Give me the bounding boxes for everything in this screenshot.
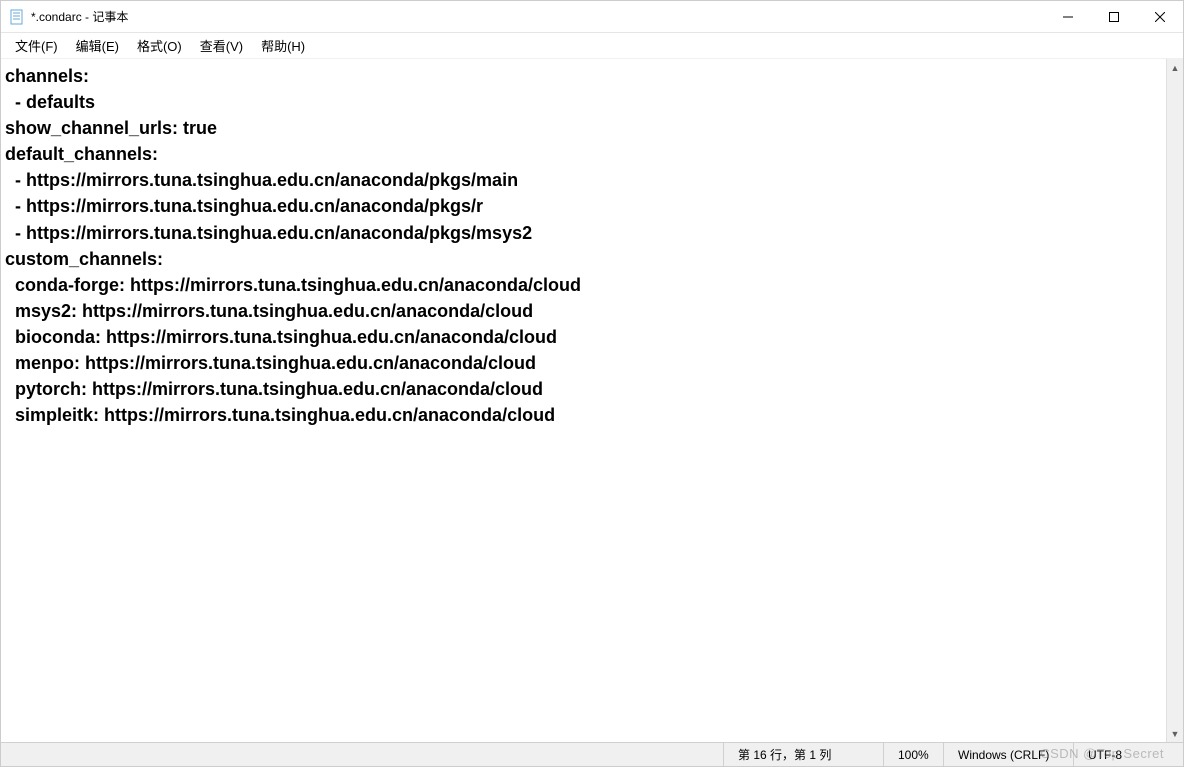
- menu-edit[interactable]: 编辑(E): [68, 33, 127, 58]
- minimize-button[interactable]: [1045, 1, 1091, 32]
- menu-view[interactable]: 查看(V): [192, 33, 251, 58]
- scroll-down-icon[interactable]: ▼: [1167, 725, 1183, 742]
- maximize-button[interactable]: [1091, 1, 1137, 32]
- editor-wrap: channels: - defaults show_channel_urls: …: [1, 59, 1183, 742]
- close-button[interactable]: [1137, 1, 1183, 32]
- menu-file[interactable]: 文件(F): [7, 33, 66, 58]
- vertical-scrollbar[interactable]: ▲ ▼: [1166, 59, 1183, 742]
- status-zoom: 100%: [883, 743, 943, 766]
- menubar: 文件(F) 编辑(E) 格式(O) 查看(V) 帮助(H): [1, 33, 1183, 59]
- notepad-icon: [9, 9, 25, 25]
- text-editor[interactable]: channels: - defaults show_channel_urls: …: [1, 59, 1166, 742]
- scroll-up-icon[interactable]: ▲: [1167, 59, 1183, 76]
- status-cursor: 第 16 行，第 1 列: [723, 743, 883, 766]
- menu-help[interactable]: 帮助(H): [253, 33, 313, 58]
- menu-format[interactable]: 格式(O): [129, 33, 190, 58]
- titlebar: *.condarc - 记事本: [1, 1, 1183, 33]
- status-encoding: UTF-8: [1073, 743, 1183, 766]
- window-title: *.condarc - 记事本: [31, 8, 1045, 25]
- window-controls: [1045, 1, 1183, 32]
- status-line-ending: Windows (CRLF): [943, 743, 1073, 766]
- statusbar: 第 16 行，第 1 列 100% Windows (CRLF) UTF-8: [1, 742, 1183, 766]
